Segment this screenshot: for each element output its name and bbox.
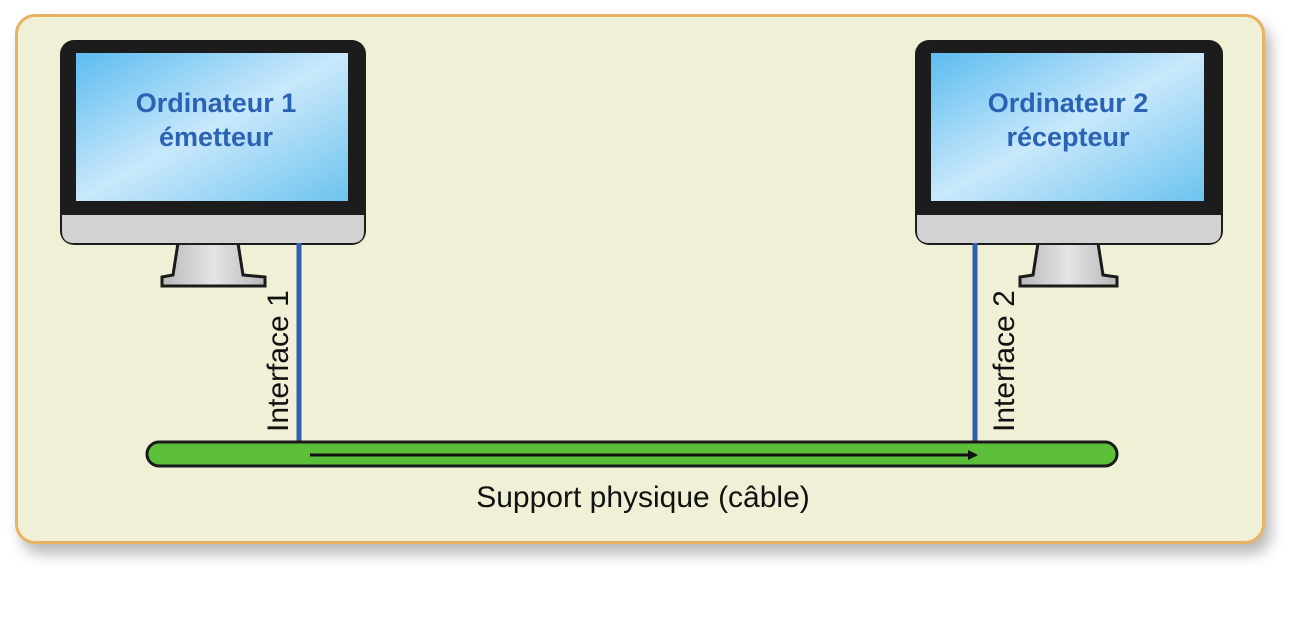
network-diagram: Ordinateur 1 émetteur Ordinateur 2 récep… (60, 40, 1223, 514)
support-label: Support physique (câble) (476, 481, 810, 514)
computer-1-stand (160, 241, 267, 288)
computer-2-chin (917, 215, 1221, 243)
computer-1-role: émetteur (159, 122, 274, 152)
computer-2-title: Ordinateur 2 (988, 88, 1149, 118)
computer-2-stand (1018, 241, 1119, 288)
computer-1: Ordinateur 1 émetteur (60, 40, 366, 288)
interface-2-label: Interface 2 (988, 290, 1021, 432)
computer-2: Ordinateur 2 récepteur (915, 40, 1223, 288)
computer-1-title: Ordinateur 1 (136, 88, 297, 118)
computer-1-chin (62, 215, 364, 243)
computer-2-role: récepteur (1006, 122, 1130, 152)
interface-1-label: Interface 1 (262, 290, 295, 432)
